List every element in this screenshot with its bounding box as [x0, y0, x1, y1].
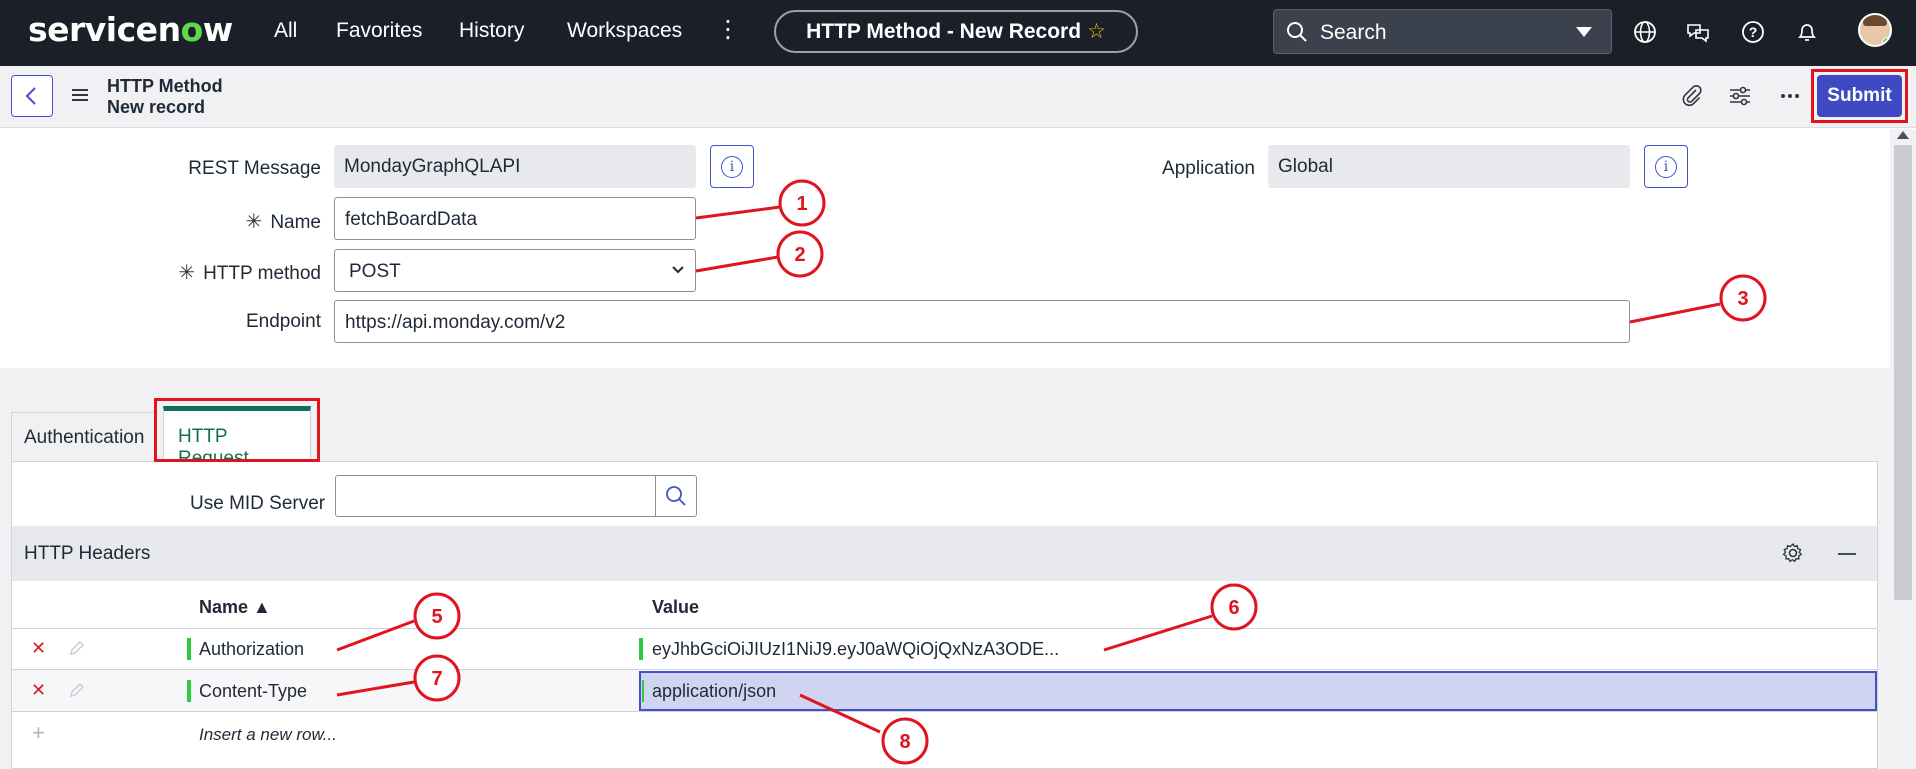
- nav-all[interactable]: All: [274, 19, 297, 43]
- field-status-bar: [187, 680, 191, 702]
- http-method-label: ✳ HTTP method: [150, 260, 321, 285]
- header-value-content-type[interactable]: application/json: [652, 681, 776, 702]
- scroll-up-arrow[interactable]: [1897, 131, 1909, 139]
- vertical-scrollbar[interactable]: [1890, 129, 1916, 769]
- application-label: Application: [1162, 158, 1255, 179]
- menu-icon[interactable]: [72, 88, 88, 102]
- search-placeholder: Search: [1320, 21, 1387, 44]
- table-divider: [12, 628, 1877, 629]
- http-headers-title: HTTP Headers: [24, 543, 151, 564]
- sliders-icon[interactable]: [1728, 84, 1752, 108]
- chevron-left-icon: [25, 87, 36, 105]
- help-icon[interactable]: ?: [1740, 19, 1766, 45]
- name-label: ✳ Name: [150, 209, 321, 234]
- edit-icon[interactable]: [68, 681, 86, 699]
- avatar-hair: [1863, 15, 1887, 26]
- user-avatar[interactable]: [1858, 13, 1892, 47]
- tab-authentication[interactable]: Authentication: [11, 412, 156, 460]
- rest-message-info-button[interactable]: i: [710, 145, 754, 188]
- table-name: HTTP Method: [107, 76, 223, 96]
- http-method-select[interactable]: POST: [334, 249, 696, 292]
- http-headers-section-bar: HTTP Headers: [12, 526, 1877, 581]
- endpoint-label: Endpoint: [245, 311, 321, 332]
- more-icon[interactable]: [1778, 84, 1802, 108]
- top-navigation-bar: servicenow All Favorites History Workspa…: [0, 0, 1916, 66]
- http-method-label-text: HTTP method: [203, 263, 321, 284]
- form-title: HTTP Method New record: [107, 76, 223, 118]
- add-row-icon[interactable]: +: [32, 720, 45, 746]
- global-search[interactable]: Search: [1273, 9, 1569, 54]
- column-header-value[interactable]: Value: [652, 597, 699, 618]
- globe-icon[interactable]: [1632, 19, 1658, 45]
- table-row-bg: [12, 670, 639, 711]
- info-icon: i: [1655, 156, 1677, 178]
- nav-more-button[interactable]: ⋮: [716, 15, 740, 44]
- logo-text-o: o: [180, 10, 204, 49]
- field-status-bar: [642, 680, 644, 702]
- name-label-text: Name: [270, 212, 321, 233]
- search-scope-dropdown[interactable]: [1557, 9, 1612, 54]
- paperclip-icon[interactable]: [1680, 84, 1704, 108]
- http-method-value: POST: [349, 261, 401, 282]
- header-name-authorization[interactable]: Authorization: [199, 639, 304, 660]
- required-icon: ✳: [178, 262, 196, 284]
- edit-icon[interactable]: [68, 639, 86, 657]
- nav-history[interactable]: History: [459, 19, 524, 43]
- bell-icon[interactable]: [1794, 19, 1820, 45]
- caret-down-icon: [1576, 27, 1592, 37]
- header-name-content-type[interactable]: Content-Type: [199, 681, 307, 702]
- header-value-authorization[interactable]: eyJhbGciOiJIUzI1NiJ9.eyJ0aWQiOjQxNzA3ODE…: [652, 639, 1059, 660]
- mid-server-label: Use MID Server: [190, 493, 326, 514]
- annotation-highlight-http-request-tab: [154, 398, 320, 462]
- http-method-form: REST Message MondayGraphQLAPI i Applicat…: [0, 129, 1890, 368]
- record-title-pill[interactable]: HTTP Method - New Record ☆: [774, 10, 1138, 53]
- chat-icon[interactable]: [1685, 19, 1711, 45]
- annotation-highlight-submit: [1811, 69, 1908, 123]
- rest-message-label: REST Message: [188, 158, 321, 179]
- servicenow-logo[interactable]: servicenow: [28, 10, 233, 49]
- application-field[interactable]: Global: [1268, 145, 1630, 188]
- delete-row-icon[interactable]: ✕: [31, 638, 46, 659]
- logo-text-end: w: [202, 10, 234, 49]
- rest-message-field[interactable]: MondayGraphQLAPI: [334, 145, 696, 188]
- delete-row-icon[interactable]: ✕: [31, 680, 46, 701]
- chevron-down-icon: [672, 266, 684, 274]
- gear-icon[interactable]: [1782, 542, 1804, 564]
- record-title: HTTP Method - New Record: [806, 20, 1082, 43]
- insert-new-row[interactable]: Insert a new row...: [199, 725, 337, 745]
- online-status-icon: [1882, 37, 1890, 45]
- search-icon: [1287, 22, 1307, 42]
- nav-favorites[interactable]: Favorites: [336, 19, 422, 43]
- row-divider: [12, 711, 1877, 712]
- star-icon[interactable]: ☆: [1087, 20, 1106, 43]
- back-button[interactable]: [11, 75, 53, 117]
- info-icon: i: [721, 156, 743, 178]
- name-input[interactable]: fetchBoardData: [334, 197, 696, 240]
- logo-text-start: servicen: [28, 10, 181, 49]
- scrollbar-thumb[interactable]: [1894, 145, 1912, 600]
- collapse-icon[interactable]: [1838, 552, 1856, 556]
- field-status-bar: [639, 638, 643, 660]
- record-state: New record: [107, 97, 206, 117]
- application-info-button[interactable]: i: [1644, 145, 1688, 188]
- mid-server-input[interactable]: [335, 475, 657, 517]
- mid-server-lookup-button[interactable]: [655, 475, 697, 517]
- required-icon: ✳: [245, 211, 263, 233]
- column-header-name[interactable]: Name ▲: [199, 597, 271, 618]
- search-icon: [666, 486, 686, 506]
- endpoint-input[interactable]: https://api.monday.com/v2: [334, 300, 1630, 343]
- nav-workspaces[interactable]: Workspaces: [567, 19, 682, 43]
- svg-text:?: ?: [1749, 24, 1758, 40]
- form-header: HTTP Method New record Submit: [0, 66, 1916, 128]
- selected-value-cell[interactable]: [639, 671, 1877, 711]
- field-status-bar: [187, 638, 191, 660]
